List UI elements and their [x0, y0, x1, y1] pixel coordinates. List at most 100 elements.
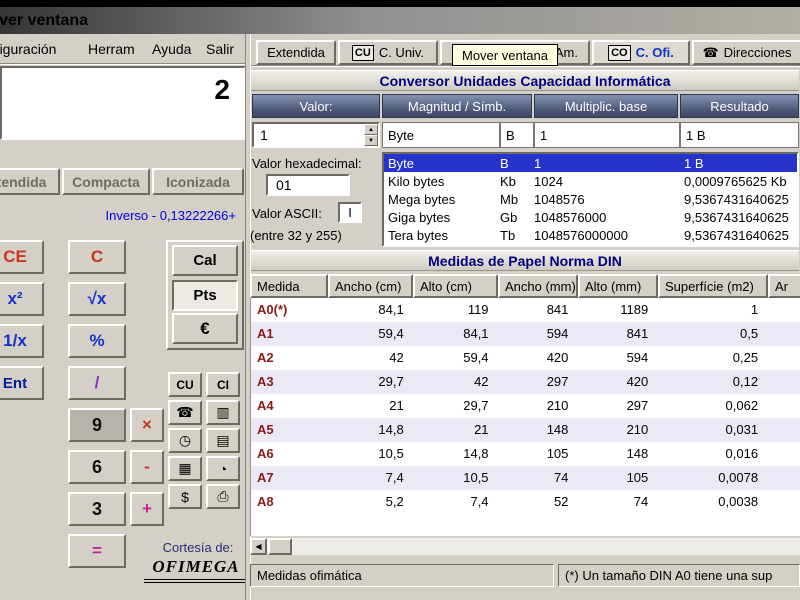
header-alto-cm[interactable]: Alto (cm) [413, 274, 498, 298]
column-header-magnitud[interactable]: Magnitud / Símb. [382, 94, 532, 118]
grid-icon: ▦ [178, 460, 192, 476]
ofimega-logo: OFIMEGA [144, 557, 248, 583]
dollar-icon: $ [181, 488, 189, 505]
column-header-valor[interactable]: Valor: [252, 94, 380, 118]
clock-tool-button[interactable]: ◷ [168, 428, 202, 453]
menu-item-herram[interactable]: Herram [88, 41, 135, 57]
calc-button-subtract[interactable]: - [130, 450, 164, 484]
header-alto-mm[interactable]: Alto (mm) [578, 274, 658, 298]
header-ancho-mm[interactable]: Ancho (mm) [498, 274, 578, 298]
header-medida[interactable]: Medida [250, 274, 328, 298]
paper-row[interactable]: A5 14,8 21 148 210 0,031 [251, 418, 800, 442]
menu-bar: Configuración Herram Ayuda Salir [0, 34, 247, 64]
paper-row[interactable]: A8 5,2 7,4 52 74 0,0038 [251, 490, 800, 514]
menu-item-ayuda[interactable]: Ayuda [152, 41, 191, 57]
pts-mode-button[interactable]: Pts [172, 280, 238, 311]
hex-value-input[interactable]: 01 [266, 174, 350, 196]
agenda-tool-button[interactable]: ▤ [206, 428, 240, 453]
unit-row[interactable]: Giga bytes Gb 1048576000 9,5367431640625 [384, 209, 797, 227]
clock-icon: ◷ [178, 432, 192, 448]
calc-button-ce[interactable]: CE [0, 240, 44, 274]
unit-row[interactable]: Mega bytes Mb 1048576 9,5367431640625 [384, 190, 797, 208]
calc-button-add[interactable]: + [130, 492, 164, 526]
selected-magnitude-cell: Byte [382, 122, 500, 148]
title-bar[interactable]: Mover ventana [0, 7, 800, 34]
cu-tool-button[interactable]: CU [168, 372, 202, 397]
paper-row[interactable]: A1 59,4 84,1 594 841 0,5 [251, 322, 800, 346]
courtesy-label: Cortesía de: [162, 540, 234, 555]
print-tool-button[interactable]: ⎙ [206, 484, 240, 509]
calc-button-3[interactable]: 3 [68, 492, 126, 526]
application-window: Mover ventana Configuración Herram Ayuda… [0, 0, 800, 600]
phone-tool-button[interactable]: ☎ [168, 400, 202, 425]
horizontal-scrollbar[interactable] [250, 538, 800, 555]
calc-button-equals[interactable]: = [68, 534, 126, 568]
paper-row[interactable]: A0(*) 84,1 119 841 1189 1 [251, 298, 800, 322]
unit-row[interactable]: Byte B 1 1 B [384, 154, 797, 173]
book-tool-button[interactable]: ▥ [206, 400, 240, 425]
unit-row[interactable]: Kilo bytes Kb 1024 0,0009765625 Kb [384, 172, 797, 190]
screen-edge [0, 0, 800, 7]
header-ancho-cm[interactable]: Ancho (cm) [328, 274, 413, 298]
calc-button-9[interactable]: 9 [68, 408, 126, 442]
move-window-tooltip: Mover ventana [452, 44, 558, 66]
currency-tool-button[interactable]: $ [168, 484, 202, 509]
units-listbox[interactable]: Byte B 1 1 B Kilo bytes Kb 1024 0,000976… [382, 152, 799, 247]
calc-button-divide[interactable]: / [68, 366, 126, 400]
calc-button-clear[interactable]: C [68, 240, 126, 274]
selected-symbol-cell: B [500, 122, 534, 148]
calculator-display: 2 [0, 66, 246, 140]
header-area[interactable]: Ar [768, 274, 800, 298]
menu-item-configuracion[interactable]: Configuración [0, 41, 56, 57]
agenda-icon: ▤ [216, 432, 230, 448]
spinner-down-button[interactable]: ▼ [364, 135, 378, 146]
paper-row[interactable]: A4 21 29,7 210 297 0,062 [251, 394, 800, 418]
tab-iconizada[interactable]: Iconizada [152, 168, 244, 195]
converter-section-title: Conversor Unidades Capacidad Informática [251, 70, 799, 91]
globe-icon: ◔ [218, 460, 228, 477]
ascii-value-input[interactable]: I [338, 202, 362, 223]
calc-button-6[interactable]: 6 [68, 450, 126, 484]
header-superficie[interactable]: Superfície (m2) [658, 274, 768, 298]
co-badge: CO [608, 44, 631, 61]
scroll-left-button[interactable]: ◀ [250, 538, 267, 555]
selected-result-cell: 1 B [680, 122, 799, 148]
paper-row[interactable]: A2 42 59,4 420 594 0,25 [251, 346, 800, 370]
ci-tool-button[interactable]: CI [206, 372, 240, 397]
cu-badge: CU [351, 44, 374, 61]
tab-extendida[interactable]: Extendida [256, 40, 336, 65]
calc-button-percent[interactable]: % [68, 324, 126, 358]
column-header-resultado[interactable]: Resultado [680, 94, 799, 118]
grid-tool-button[interactable]: ▦ [168, 456, 202, 481]
tab-direcciones[interactable]: ☎ Direcciones [692, 40, 800, 65]
tab-conversor-universal[interactable]: CU C. Univ. [338, 40, 438, 65]
menu-item-salir[interactable]: Salir [206, 41, 234, 57]
ascii-label: Valor ASCII: [252, 206, 322, 221]
tab-compacta[interactable]: Compacta [62, 168, 150, 195]
calc-button-enter[interactable]: Ent [0, 366, 44, 400]
window-title: Mover ventana [0, 11, 89, 29]
scroll-left-icon: ◀ [255, 542, 262, 551]
phone-icon: ☎ [176, 404, 194, 420]
globe-tool-button[interactable]: ◔ [206, 456, 240, 481]
column-header-multiplicador[interactable]: Multiplic. base [534, 94, 678, 118]
calc-button-sqrt[interactable]: √x [68, 282, 126, 316]
paper-row[interactable]: A7 7,4 10,5 74 105 0,0078 [251, 466, 800, 490]
tab-conversor-ofimatico[interactable]: CO C. Ofi. [592, 40, 690, 65]
status-panel-right: (*) Un tamaño DIN A0 tiene una sup [558, 564, 800, 587]
euro-mode-button[interactable]: € [172, 313, 238, 344]
calc-button-multiply[interactable]: × [130, 408, 164, 442]
inverse-result-label: Inverso - 0,13222266+ [105, 208, 236, 223]
calc-button-square[interactable]: x² [0, 282, 44, 316]
printer-icon: ⎙ [217, 488, 229, 504]
calc-button-reciprocal[interactable]: 1/x [0, 324, 44, 358]
cal-mode-button[interactable]: Cal [172, 245, 238, 276]
selected-base-cell: 1 [534, 122, 680, 148]
paper-row[interactable]: A6 10,5 14,8 105 148 0,016 [251, 442, 800, 466]
tab-extendida-left[interactable]: Extendida [0, 168, 60, 195]
spinner-up-button[interactable]: ▲ [364, 124, 378, 135]
paper-row[interactable]: A3 29,7 42 297 420 0,12 [251, 370, 800, 394]
unit-row[interactable]: Tera bytes Tb 1048576000000 9,5367431640… [384, 227, 797, 245]
scrollbar-thumb[interactable] [268, 538, 292, 555]
value-input[interactable]: 1 [252, 122, 380, 148]
